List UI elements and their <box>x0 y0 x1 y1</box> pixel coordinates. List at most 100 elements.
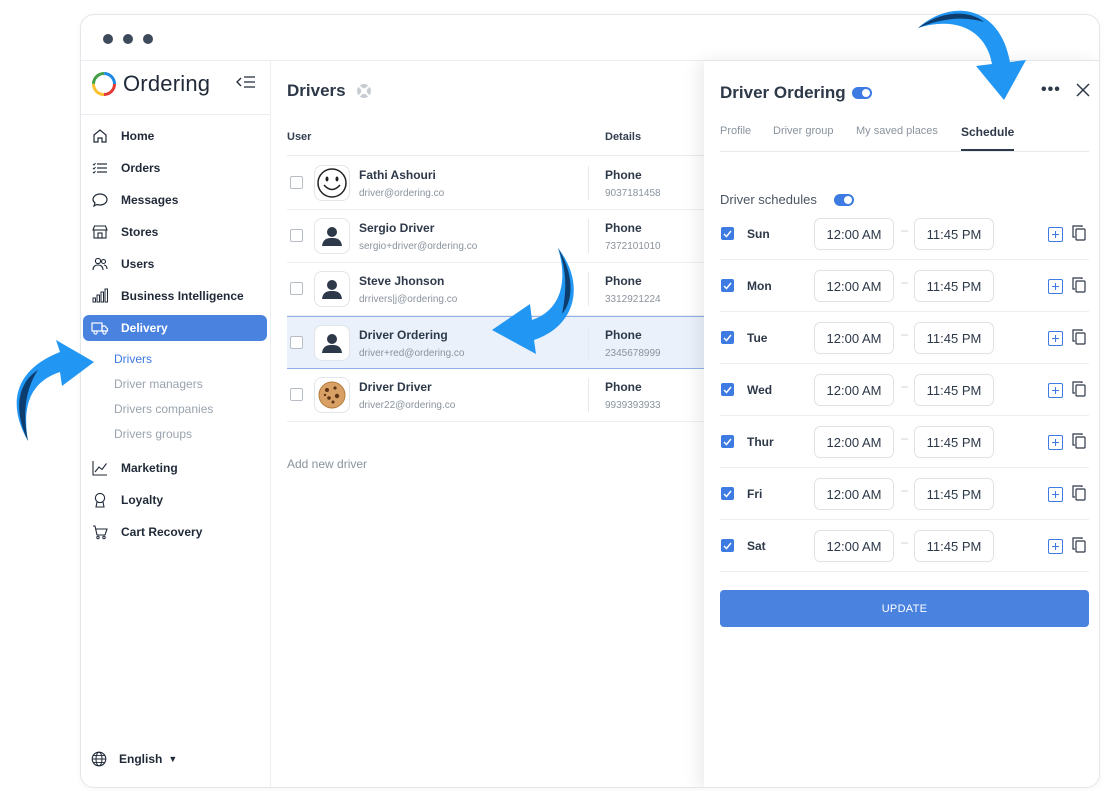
close-icon[interactable] <box>1076 83 1090 102</box>
sidebar-item-messages[interactable]: Messages <box>83 187 267 213</box>
day-checkbox[interactable] <box>721 487 734 500</box>
day-checkbox[interactable] <box>721 279 734 292</box>
sidebar-item-label: Stores <box>121 225 159 239</box>
window-dot-2[interactable] <box>123 34 133 44</box>
sub-item-drivers-companies[interactable]: Drivers companies <box>114 402 213 416</box>
end-time-select[interactable]: 11:45 PM <box>914 270 994 302</box>
chat-icon <box>91 191 109 209</box>
ordering-logo-icon <box>92 72 116 96</box>
sidebar-item-stores[interactable]: Stores <box>83 219 267 245</box>
end-time-select[interactable]: 11:45 PM <box>914 530 994 562</box>
tab-driver-group[interactable]: Driver group <box>773 125 834 137</box>
avatar <box>314 377 350 413</box>
sub-item-drivers[interactable]: Drivers <box>114 352 152 366</box>
row-checkbox[interactable] <box>290 229 303 242</box>
add-time-icon[interactable] <box>1048 227 1063 242</box>
window-dot-1[interactable] <box>103 34 113 44</box>
row-checkbox[interactable] <box>290 388 303 401</box>
collapse-sidebar-icon[interactable] <box>236 75 256 92</box>
tab-profile[interactable]: Profile <box>720 125 751 137</box>
trend-icon <box>91 459 109 477</box>
add-time-icon[interactable] <box>1048 331 1063 346</box>
driver-name: Steve Jhonson <box>359 274 445 288</box>
sub-item-drivers-groups[interactable]: Drivers groups <box>114 427 192 441</box>
table-row[interactable]: Driver Driver driver22@ordering.co Phone… <box>287 369 704 422</box>
column-header-details[interactable]: Details <box>605 131 641 143</box>
start-time-select[interactable]: 12:00 AM <box>814 426 894 458</box>
sidebar-item-delivery[interactable]: Delivery <box>83 315 267 341</box>
page-title-text: Drivers <box>287 81 346 100</box>
sidebar-item-users[interactable]: Users <box>83 251 267 277</box>
sidebar-item-home[interactable]: Home <box>83 123 267 149</box>
more-options-icon[interactable]: ••• <box>1041 81 1061 99</box>
lifebuoy-icon[interactable] <box>356 83 372 99</box>
start-time-select[interactable]: 12:00 AM <box>814 270 894 302</box>
row-checkbox[interactable] <box>290 282 303 295</box>
end-time-select[interactable]: 11:45 PM <box>914 478 994 510</box>
day-checkbox[interactable] <box>721 331 734 344</box>
driver-schedules-label: Driver schedules <box>720 192 817 207</box>
copy-icon[interactable] <box>1072 225 1086 246</box>
day-checkbox[interactable] <box>721 227 734 240</box>
driver-phone: 2345678999 <box>605 348 661 359</box>
driver-email: driver+red@ordering.co <box>359 348 465 359</box>
panel-title: Driver Ordering <box>720 83 846 102</box>
row-checkbox[interactable] <box>290 176 303 189</box>
sidebar-item-marketing[interactable]: Marketing <box>83 455 267 481</box>
copy-icon[interactable] <box>1072 381 1086 402</box>
day-checkbox[interactable] <box>721 383 734 396</box>
copy-icon[interactable] <box>1072 537 1086 558</box>
end-time-select[interactable]: 11:45 PM <box>914 218 994 250</box>
add-time-icon[interactable] <box>1048 435 1063 450</box>
day-label: Sat <box>747 539 766 553</box>
detail-label: Phone <box>605 221 642 235</box>
column-header-user[interactable]: User <box>287 131 311 143</box>
sidebar-item-business-intelligence[interactable]: Business Intelligence <box>83 283 267 309</box>
users-icon <box>91 255 109 273</box>
copy-icon[interactable] <box>1072 485 1086 506</box>
detail-label: Phone <box>605 168 642 182</box>
day-checkbox[interactable] <box>721 435 734 448</box>
copy-icon[interactable] <box>1072 329 1086 350</box>
cart-icon <box>91 523 109 541</box>
sidebar-item-loyalty[interactable]: Loyalty <box>83 487 267 513</box>
tab-schedule[interactable]: Schedule <box>961 125 1014 139</box>
start-time-select[interactable]: 12:00 AM <box>814 530 894 562</box>
window-dot-3[interactable] <box>143 34 153 44</box>
copy-icon[interactable] <box>1072 433 1086 454</box>
add-time-icon[interactable] <box>1048 487 1063 502</box>
start-time-select[interactable]: 12:00 AM <box>814 374 894 406</box>
sidebar-item-label: Loyalty <box>121 493 164 507</box>
update-button[interactable]: UPDATE <box>720 590 1089 627</box>
avatar <box>314 165 350 201</box>
table-row[interactable]: Fathi Ashouri driver@ordering.co Phone 9… <box>287 157 704 210</box>
tab-my-saved-places[interactable]: My saved places <box>856 125 938 137</box>
add-time-icon[interactable] <box>1048 539 1063 554</box>
start-time-select[interactable]: 12:00 AM <box>814 322 894 354</box>
add-new-driver-link[interactable]: Add new driver <box>287 457 367 471</box>
end-time-select[interactable]: 11:45 PM <box>914 322 994 354</box>
day-label: Wed <box>747 383 773 397</box>
end-time-select[interactable]: 11:45 PM <box>914 374 994 406</box>
store-icon <box>91 223 109 241</box>
language-selector[interactable]: English ▼ <box>91 751 177 767</box>
day-label: Mon <box>747 279 772 293</box>
sidebar-item-cart-recovery[interactable]: Cart Recovery <box>83 519 267 545</box>
sub-item-driver-managers[interactable]: Driver managers <box>114 377 203 391</box>
driver-schedules-toggle[interactable] <box>834 194 854 206</box>
start-time-select[interactable]: 12:00 AM <box>814 218 894 250</box>
end-time-select[interactable]: 11:45 PM <box>914 426 994 458</box>
driver-name: Driver Driver <box>359 380 432 394</box>
start-time-select[interactable]: 12:00 AM <box>814 478 894 510</box>
sidebar-item-label: Orders <box>121 161 161 175</box>
sidebar-item-orders[interactable]: Orders <box>83 155 267 181</box>
schedule-row: Sun 12:00 AM – 11:45 PM <box>720 208 1089 260</box>
row-checkbox[interactable] <box>290 336 303 349</box>
time-separator: – <box>901 275 908 289</box>
brand-logo[interactable]: Ordering <box>91 69 210 99</box>
copy-icon[interactable] <box>1072 277 1086 298</box>
add-time-icon[interactable] <box>1048 383 1063 398</box>
driver-enabled-toggle[interactable] <box>852 87 872 99</box>
day-checkbox[interactable] <box>721 539 734 552</box>
add-time-icon[interactable] <box>1048 279 1063 294</box>
